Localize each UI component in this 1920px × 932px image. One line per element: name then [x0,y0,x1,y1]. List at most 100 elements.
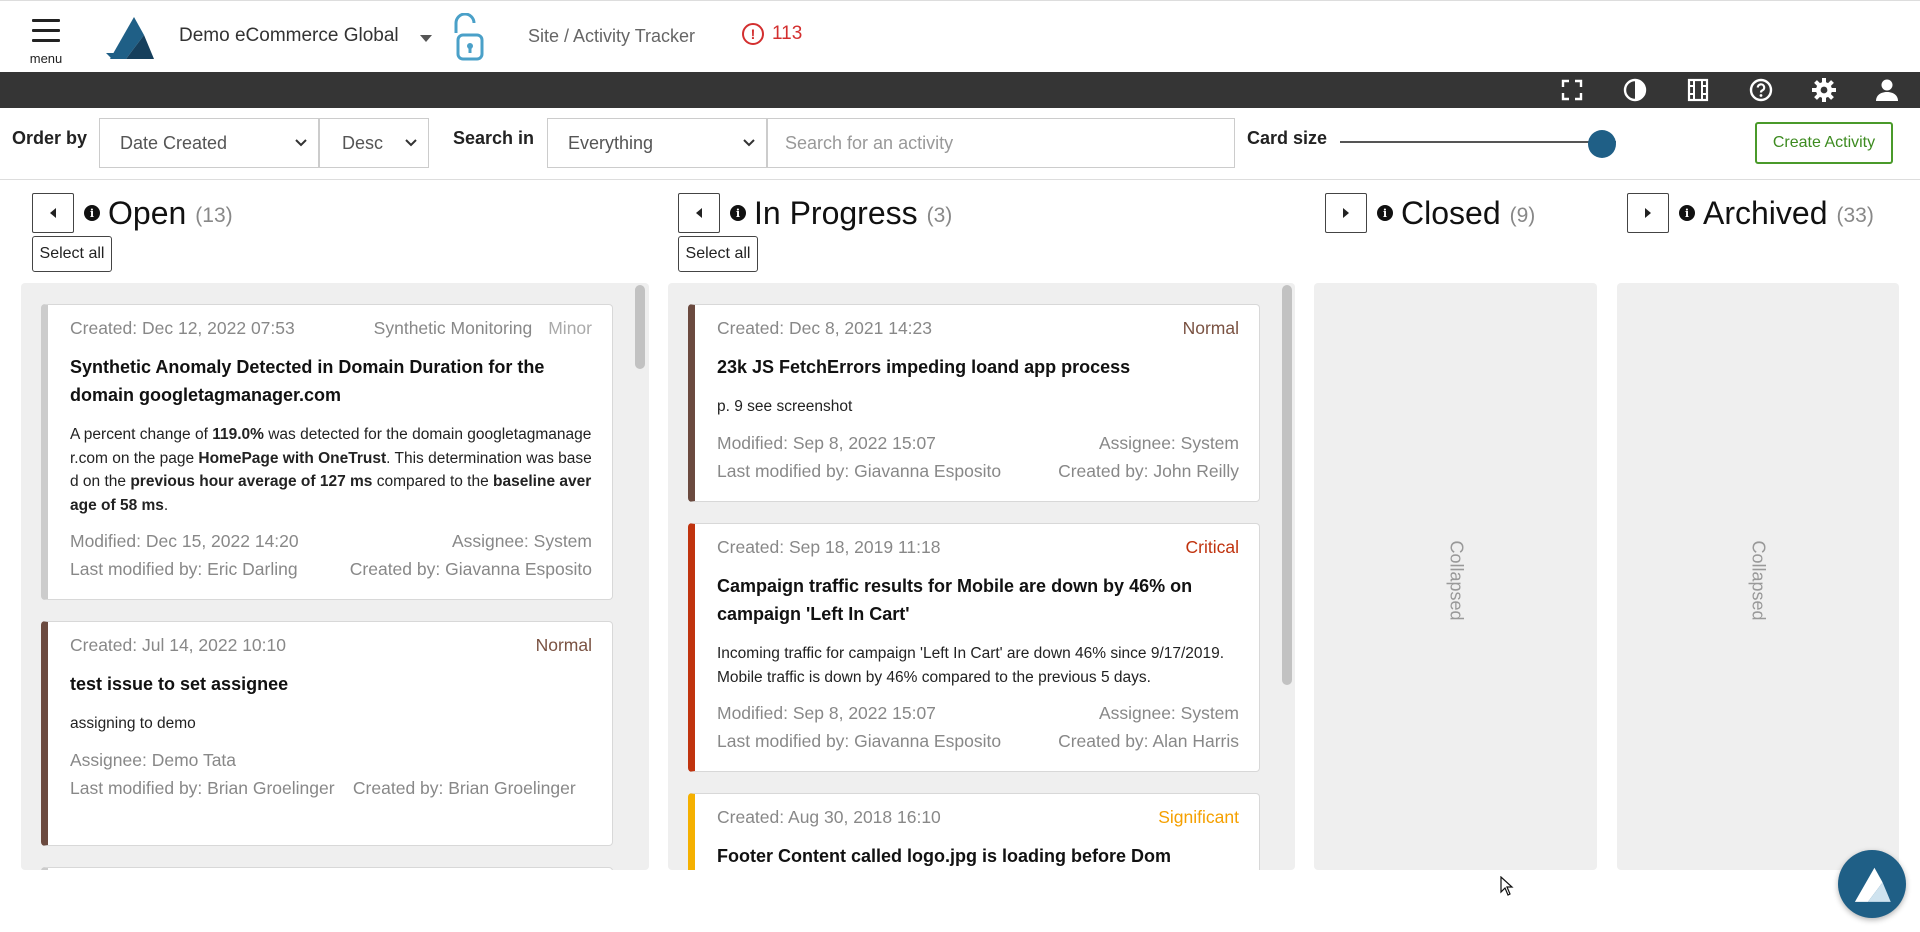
card-title[interactable]: Campaign traffic results for Mobile are … [717,572,1239,628]
card-last-modified-by: Last modified by: Brian Groelinger [70,777,335,798]
order-by-select[interactable]: Date Created [99,118,319,168]
order-direction-select[interactable]: Desc [319,118,429,168]
card-assignee: Assignee: System [1098,703,1239,723]
user-icon[interactable] [1874,78,1900,102]
assistant-fab-button[interactable] [1838,850,1906,918]
archived-collapsed-label: Collapsed [1748,540,1769,621]
utility-toolbar [0,72,1920,108]
chevron-down-icon[interactable] [420,35,432,42]
order-by-label: Order by [12,128,88,148]
open-column-body[interactable]: Created: Dec 12, 2022 07:53 Synthetic Mo… [21,283,649,870]
card-severity: Critical [1185,537,1239,557]
activity-card[interactable]: Created: Jul 14, 2022 10:10 Normal test … [41,621,613,846]
expand-closed-button[interactable] [1325,193,1367,233]
search-scope-select[interactable]: Everything [547,118,767,168]
open-column-title: Open [108,194,187,231]
search-placeholder: Search for an activity [785,132,954,153]
collapse-in-progress-button[interactable] [678,193,720,233]
card-meta: Created: Dec 8, 2021 14:23 Normal [717,317,1239,339]
card-title[interactable]: Footer Content called logo.jpg is loadin… [717,842,1239,870]
card-meta: Created: Aug 30, 2018 16:10 Significant [717,806,1239,828]
card-created: Created: Aug 30, 2018 16:10 [717,807,941,827]
card-size-slider-handle[interactable] [1588,130,1617,158]
card-severity: Significant [1158,807,1239,827]
select-all-in-progress-button[interactable]: Select all [678,236,758,272]
card-created-by: Created by: Alan Harris [1058,731,1239,751]
card-last-modified-by: Last modified by: Giavanna Esposito [717,460,1002,481]
card-modified: Modified: Sep 8, 2022 15:07 [717,703,936,723]
activity-card[interactable]: Created: Dec 8, 2021 14:23 Normal 23k JS… [688,304,1260,502]
app-logo-icon[interactable] [104,13,158,66]
contrast-icon[interactable] [1622,78,1648,102]
card-size-slider-track[interactable] [1340,141,1616,143]
select-all-open-button[interactable]: Select all [32,236,112,272]
open-column-header: i Open (13) [32,190,233,236]
archived-column-header: i Archived (33) [1627,190,1874,236]
org-selector-label[interactable]: Demo eCommerce Global [179,25,399,47]
desc-text: . [163,496,169,514]
activity-card[interactable] [41,867,613,870]
menu-button[interactable]: menu [26,15,66,67]
card-severity: Normal [1182,318,1239,338]
archived-column-body[interactable]: Collapsed [1617,283,1899,870]
card-footer-row: Last modified by: Brian Groelinger Creat… [70,774,592,802]
in-progress-column-header: i In Progress (3) [678,190,952,236]
app-logo-icon [1854,867,1891,902]
card-meta: Created: Sep 18, 2019 11:18 Critical [717,536,1239,558]
info-icon[interactable]: i [1377,205,1393,221]
collapse-open-button[interactable] [32,193,74,233]
closed-collapsed-label: Collapsed [1446,540,1467,621]
info-icon[interactable]: i [84,205,100,221]
card-modified: Modified: Sep 8, 2022 15:07 [717,432,936,453]
in-progress-column-scrollbar[interactable] [1282,285,1292,685]
alert-count: 113 [772,23,803,44]
card-size-label: Card size [1247,128,1328,148]
expand-archived-button[interactable] [1627,193,1669,233]
alert-indicator[interactable]: ! 113 [742,23,802,45]
order-direction-value: Desc [342,132,384,153]
card-created-by: Created by: Giavanna Esposito [349,559,592,579]
chevron-down-icon [405,139,417,147]
card-title[interactable]: Synthetic Anomaly Detected in Domain Dur… [70,353,592,409]
activity-card[interactable]: Created: Dec 12, 2022 07:53 Synthetic Mo… [41,304,613,600]
card-assignee: Assignee: Demo Tata [70,749,237,770]
card-created: Created: Jul 14, 2022 10:10 [70,635,286,655]
create-activity-button[interactable]: Create Activity [1755,122,1893,164]
desc-text: A percent change of [70,426,213,443]
caret-right-icon [1343,208,1349,218]
help-icon[interactable] [1748,78,1774,102]
hamburger-icon [32,39,60,42]
closed-column-count: (9) [1509,204,1536,227]
activity-card[interactable]: Created: Aug 30, 2018 16:10 Significant … [688,793,1260,870]
open-column-scrollbar[interactable] [635,285,645,369]
card-meta: Created: Jul 14, 2022 10:10 Normal [70,634,592,656]
info-icon[interactable]: i [1679,205,1695,221]
film-icon[interactable] [1685,78,1711,102]
gear-icon[interactable] [1811,78,1837,102]
card-source: Synthetic Monitoring [373,318,533,338]
card-title[interactable]: 23k JS FetchErrors impeding loand app pr… [717,353,1239,381]
breadcrumb[interactable]: Site / Activity Tracker [528,26,695,47]
fullscreen-icon[interactable] [1559,78,1585,102]
lock-open-icon[interactable] [450,12,490,68]
info-icon[interactable]: i [730,205,746,221]
activity-card[interactable]: Created: Sep 18, 2019 11:18 Critical Cam… [688,523,1260,772]
search-input[interactable]: Search for an activity [767,118,1235,168]
closed-column-body[interactable]: Collapsed [1314,283,1597,870]
card-title[interactable]: test issue to set assignee [70,670,592,698]
in-progress-column-title: In Progress [754,194,918,231]
open-column-count: (13) [195,204,233,227]
in-progress-column-body[interactable]: Created: Dec 8, 2021 14:23 Normal 23k JS… [668,283,1295,870]
card-description: A percent change of 119.0% was detected … [70,423,592,517]
in-progress-column-count: (3) [926,204,953,227]
card-created-by: Created by: Brian Groelinger [352,777,576,798]
desc-bold: previous hour average of 127 ms [130,473,373,490]
card-description: p. 9 see screenshot [717,398,853,415]
card-severity: Normal [535,635,592,655]
card-created: Created: Sep 18, 2019 11:18 [717,537,941,557]
caret-right-icon [1645,208,1651,218]
card-description: Incoming traffic for campaign 'Left In C… [717,645,1225,686]
menu-label: menu [29,51,63,66]
closed-column-header: i Closed (9) [1325,190,1535,236]
card-created-by: Created by: John Reilly [1058,460,1239,481]
